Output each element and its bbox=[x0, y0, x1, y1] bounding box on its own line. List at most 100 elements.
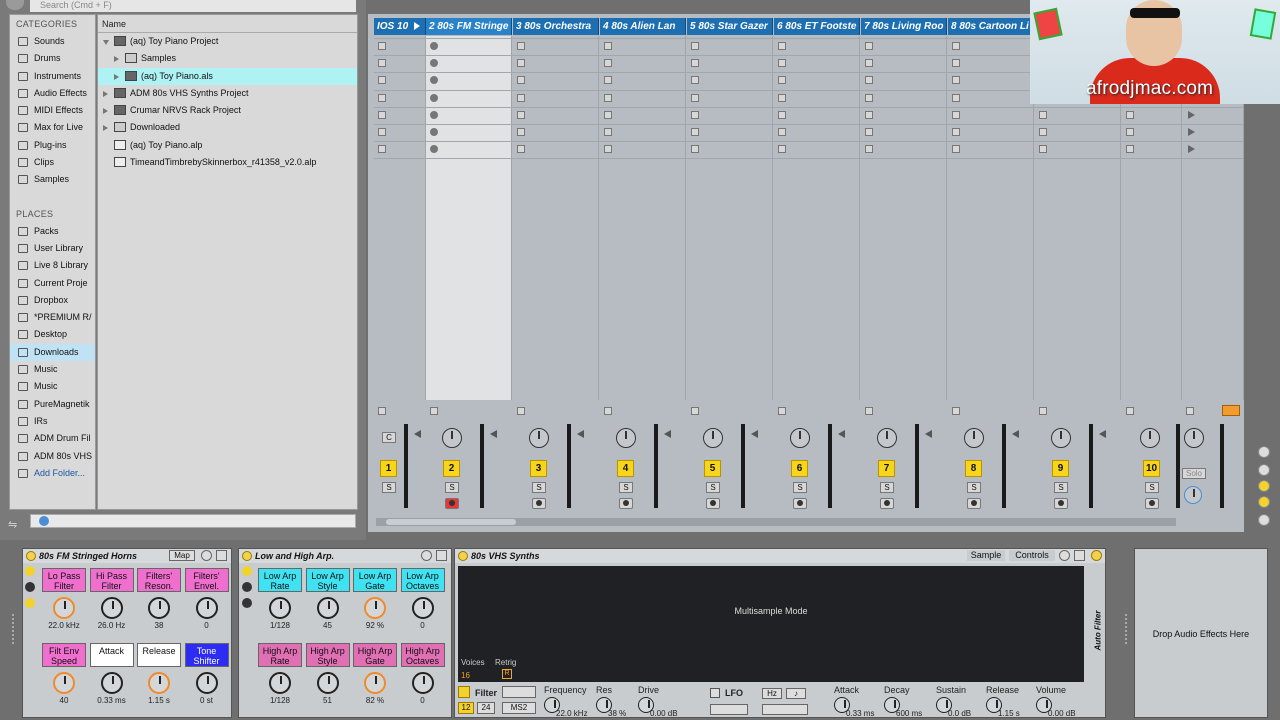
add-folder-link[interactable]: Add Folder... bbox=[10, 465, 95, 482]
clip-slot[interactable] bbox=[691, 128, 699, 136]
filter-shape-select[interactable] bbox=[502, 686, 536, 698]
cue-volume-knob[interactable] bbox=[1184, 486, 1202, 504]
clip-slot[interactable] bbox=[778, 42, 786, 50]
solo-button[interactable]: S bbox=[532, 482, 546, 493]
clip-slot[interactable] bbox=[865, 76, 873, 85]
solo-button[interactable]: S bbox=[793, 482, 807, 493]
returns-toggle-icon[interactable] bbox=[1258, 480, 1270, 492]
pan-knob[interactable] bbox=[442, 428, 462, 448]
clip-slot[interactable] bbox=[691, 110, 699, 119]
hot-swap-icon[interactable] bbox=[1059, 550, 1070, 561]
track-header-3[interactable]: 3 80s Orchestra bbox=[513, 18, 599, 35]
macro-label-fm-0-3[interactable]: Filters' Envel. bbox=[184, 568, 229, 592]
macro-label-arp-0-0[interactable]: Low Arp Rate bbox=[258, 568, 302, 592]
clip-slot[interactable] bbox=[604, 59, 612, 68]
macro-knob-fm-0-1[interactable] bbox=[100, 597, 123, 619]
macro-knob-fm-1-3[interactable] bbox=[195, 672, 218, 694]
clip-record-slot[interactable] bbox=[430, 128, 438, 136]
track-activator-5[interactable]: 5 bbox=[704, 460, 721, 477]
sampler-display[interactable]: Multisample Mode Voices 16 Retrig R bbox=[458, 566, 1084, 682]
macro-label-arp-1-1[interactable]: High Arp Style bbox=[305, 643, 350, 667]
file-row-toy-piano-als[interactable]: (aq) Toy Piano.als bbox=[98, 67, 357, 85]
macro-map-button[interactable]: Map bbox=[169, 550, 195, 561]
macro-knob-arp-0-3[interactable] bbox=[411, 597, 434, 619]
save-preset-icon[interactable] bbox=[1074, 550, 1085, 561]
clip-slot[interactable] bbox=[865, 145, 873, 154]
place-premium[interactable]: *PREMIUM R/ bbox=[10, 309, 95, 326]
arm-record-button[interactable] bbox=[1054, 498, 1068, 509]
expand-icon[interactable] bbox=[114, 56, 119, 63]
clip-slot[interactable] bbox=[778, 145, 786, 154]
macro-label-arp-0-2[interactable]: Low Arp Gate bbox=[353, 568, 397, 592]
macro-knob-arp-0-2[interactable] bbox=[364, 597, 386, 619]
browser-search-input[interactable]: Search (Cmd + F) bbox=[30, 0, 356, 12]
filter-toggle[interactable] bbox=[458, 686, 470, 698]
place-puremagnetik[interactable]: PureMagnetik bbox=[10, 396, 95, 413]
macro-label-fm-1-2[interactable]: Release bbox=[137, 643, 181, 667]
save-preset-icon[interactable] bbox=[216, 550, 227, 561]
volume-fader-handle[interactable] bbox=[751, 430, 758, 438]
hot-swap-icon[interactable] bbox=[421, 550, 432, 561]
macro-label-fm-0-2[interactable]: Filters' Reson. bbox=[137, 568, 181, 592]
macro-knob-fm-1-0[interactable] bbox=[53, 672, 75, 694]
arm-record-button[interactable] bbox=[793, 498, 807, 509]
master-solo-button[interactable]: Solo bbox=[1182, 468, 1206, 479]
clip-stop-button[interactable] bbox=[865, 407, 873, 415]
track-activator-3[interactable]: 3 bbox=[530, 460, 547, 477]
track-activator-1[interactable]: 1 bbox=[380, 460, 397, 477]
device-list-icon[interactable] bbox=[242, 598, 252, 608]
device-title-bar[interactable]: 80s VHS Synths bbox=[455, 549, 1105, 563]
filter-12db-button[interactable]: 12 bbox=[458, 702, 474, 714]
track-activator-2[interactable]: 2 bbox=[443, 460, 460, 477]
macro-label-fm-0-1[interactable]: Hi Pass Filter bbox=[89, 568, 134, 592]
solo-button[interactable]: S bbox=[619, 482, 633, 493]
macro-knob-arp-0-0[interactable] bbox=[269, 597, 291, 619]
track-header-8[interactable]: 8 80s Cartoon Li bbox=[948, 18, 1034, 35]
lfo-sync-button[interactable]: ♪ bbox=[786, 688, 806, 699]
browser-collapse-icon[interactable]: ⇋ bbox=[8, 518, 24, 532]
place-desktop[interactable]: Desktop bbox=[10, 326, 95, 343]
expand-icon[interactable] bbox=[103, 90, 108, 97]
macro-knob-arp-0-1[interactable] bbox=[316, 597, 339, 619]
clip-slot[interactable] bbox=[691, 76, 699, 85]
clip-stop-button[interactable] bbox=[952, 407, 960, 415]
clip-slot[interactable] bbox=[952, 76, 960, 85]
cue-button[interactable]: C bbox=[382, 432, 396, 443]
track-activator-6[interactable]: 6 bbox=[791, 460, 808, 477]
clip-slot[interactable] bbox=[691, 59, 699, 68]
clip-slot[interactable] bbox=[1039, 128, 1047, 136]
device-title-bar[interactable]: Low and High Arp. bbox=[239, 549, 451, 563]
device-title-bar[interactable]: 80s FM Stringed Horns bbox=[23, 549, 231, 563]
track-header-6[interactable]: 6 80s ET Footste bbox=[774, 18, 860, 35]
clip-slot[interactable] bbox=[778, 128, 786, 136]
file-row-toy-piano-alp[interactable]: (aq) Toy Piano.alp bbox=[98, 137, 357, 154]
clip-slot[interactable] bbox=[952, 110, 960, 119]
clip-slot[interactable] bbox=[1126, 110, 1134, 119]
file-row-crumar-project[interactable]: Crumar NRVS Rack Project bbox=[98, 102, 357, 119]
track-header-2[interactable]: 2 80s FM Stringe bbox=[426, 18, 512, 35]
macro-label-fm-1-1[interactable]: Attack bbox=[89, 643, 134, 667]
file-row-samples[interactable]: Samples bbox=[98, 50, 357, 67]
track-header-4[interactable]: 4 80s Alien Lan bbox=[600, 18, 686, 35]
arm-record-button[interactable] bbox=[967, 498, 981, 509]
clip-slot[interactable] bbox=[378, 128, 386, 136]
clip-slot[interactable] bbox=[604, 128, 612, 136]
device-chain-grip[interactable] bbox=[1125, 614, 1129, 644]
solo-button[interactable]: S bbox=[1145, 482, 1159, 493]
track-activator-9[interactable]: 9 bbox=[1052, 460, 1069, 477]
macro-label-fm-1-0[interactable]: Filt Env Speed bbox=[42, 643, 86, 667]
clip-slot[interactable] bbox=[952, 128, 960, 136]
scene-launch-icon[interactable] bbox=[1188, 128, 1195, 136]
place-dropbox[interactable]: Dropbox bbox=[10, 292, 95, 309]
clip-slot[interactable] bbox=[604, 145, 612, 154]
solo-button[interactable]: S bbox=[445, 482, 459, 493]
macro-label-arp-0-1[interactable]: Low Arp Style bbox=[305, 568, 350, 592]
file-row-toy-piano-project[interactable]: (aq) Toy Piano Project bbox=[98, 33, 357, 50]
clip-slot[interactable] bbox=[604, 110, 612, 119]
solo-button[interactable]: S bbox=[382, 482, 396, 493]
clip-stop-button[interactable] bbox=[517, 407, 525, 415]
macro-label-arp-0-3[interactable]: Low Arp Octaves bbox=[400, 568, 445, 592]
preview-bar[interactable] bbox=[30, 514, 356, 528]
preview-icon[interactable] bbox=[39, 516, 49, 526]
clip-slot[interactable] bbox=[517, 42, 525, 50]
